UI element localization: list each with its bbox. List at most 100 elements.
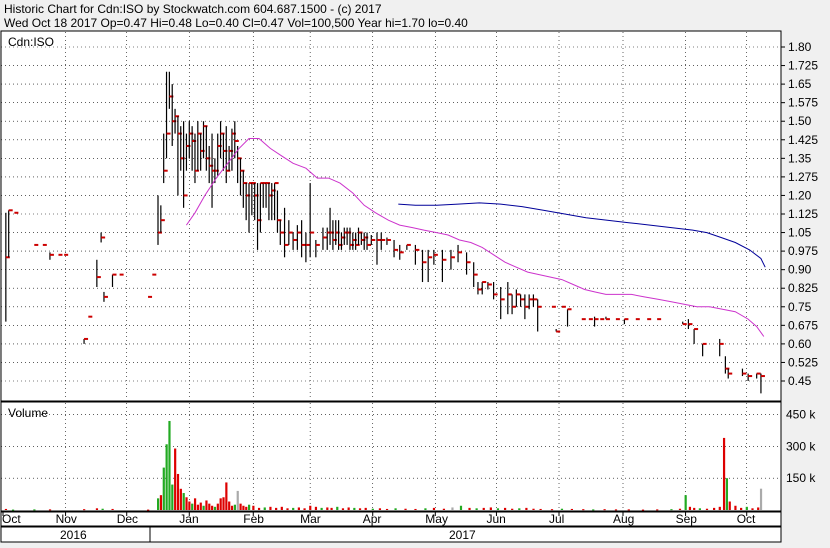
- volume-bar: [182, 493, 185, 510]
- volume-bar: [330, 507, 333, 510]
- volume-bar: [165, 444, 168, 510]
- volume-bar: [347, 507, 350, 510]
- month-label: Apr: [363, 512, 382, 526]
- volume-bar: [252, 505, 255, 510]
- volume-bar: [482, 507, 485, 510]
- volume-bar: [101, 508, 104, 510]
- volume-bar: [11, 509, 15, 511]
- volume-bar: [111, 508, 114, 510]
- price-tick-label: 0.60: [788, 337, 812, 351]
- volume-bar: [211, 505, 214, 510]
- volume-bar: [269, 506, 272, 510]
- volume-bar: [326, 507, 329, 510]
- price-tick-label: 1.125: [788, 207, 818, 221]
- volume-bar: [698, 508, 701, 510]
- price-tick-label: 1.35: [788, 151, 812, 165]
- volume-bar: [722, 437, 726, 510]
- price-tick-label: 0.90: [788, 263, 812, 277]
- volume-bar: [718, 506, 721, 510]
- month-label: May: [425, 512, 448, 526]
- month-label: Jul: [549, 512, 564, 526]
- volume-bar: [193, 498, 197, 510]
- volume-bar: [159, 495, 163, 510]
- volume-bar: [751, 508, 754, 510]
- volume-bar: [424, 508, 427, 510]
- volume-panel: [0, 401, 782, 512]
- volume-bar: [539, 508, 542, 510]
- volume-bar: [734, 505, 737, 510]
- volume-bar: [603, 509, 606, 511]
- price-tick-label: 1.50: [788, 114, 812, 128]
- volume-bar: [489, 507, 492, 510]
- price-tick-label: 1.65: [788, 77, 812, 91]
- volume-bar: [740, 507, 743, 510]
- price-tick-label: 1.575: [788, 96, 818, 110]
- volume-bar: [33, 509, 36, 511]
- volume-bar: [759, 488, 763, 510]
- volume-bar: [147, 509, 150, 511]
- volume-bar: [713, 507, 716, 510]
- volume-bar: [185, 497, 188, 510]
- volume-tick-label: 450 k: [786, 408, 816, 422]
- price-panel-title: Cdn:ISO: [8, 35, 54, 49]
- volume-bar: [162, 467, 165, 510]
- month-label: Feb: [243, 512, 264, 526]
- volume-bar: [757, 507, 760, 510]
- volume-bar: [385, 508, 389, 510]
- price-tick-label: 1.80: [788, 40, 812, 54]
- volume-bar: [83, 509, 86, 511]
- volume-bar: [48, 509, 52, 511]
- volume-bar: [693, 507, 696, 510]
- stock-chart: Historic Chart for Cdn:ISO by Stockwatch…: [0, 0, 830, 543]
- volume-bar: [309, 505, 312, 510]
- volume-bar: [532, 508, 535, 510]
- volume-bar: [745, 506, 748, 510]
- price-panel: [0, 30, 782, 402]
- volume-bar: [205, 500, 208, 510]
- volume-bar: [196, 504, 200, 510]
- volume-tick-label: 150 k: [786, 471, 816, 485]
- volume-bar: [168, 420, 171, 510]
- volume-tick-label: 300 k: [786, 439, 816, 453]
- year-axis-band: [0, 526, 782, 543]
- price-tick-label: 1.725: [788, 59, 818, 73]
- volume-bar: [4, 508, 8, 510]
- year-label-2017: 2017: [449, 528, 476, 542]
- volume-bar: [230, 505, 234, 510]
- volume-bar: [525, 507, 528, 510]
- volume-bar: [684, 495, 687, 510]
- volume-bar: [292, 507, 295, 510]
- volume-bar: [670, 509, 673, 511]
- volume-bar: [213, 506, 217, 510]
- volume-bar: [314, 506, 318, 510]
- volume-bar: [176, 473, 180, 510]
- volume-bar: [728, 501, 731, 510]
- volume-bar: [179, 488, 182, 510]
- price-tick-label: 1.275: [788, 170, 818, 184]
- price-tick-label: 1.05: [788, 226, 812, 240]
- volume-bar: [239, 503, 242, 510]
- volume-bar: [570, 508, 574, 510]
- volume-bar: [280, 506, 283, 510]
- volume-bar: [550, 509, 554, 511]
- volume-bar: [248, 504, 251, 510]
- volume-bar: [341, 508, 345, 510]
- volume-bar: [496, 508, 500, 510]
- volume-bar: [451, 507, 454, 510]
- volume-bar: [459, 505, 463, 510]
- volume-bar: [202, 505, 205, 510]
- volume-bar: [320, 507, 323, 510]
- volume-bar: [216, 503, 219, 510]
- month-label: Aug: [613, 512, 634, 526]
- volume-bar: [336, 506, 339, 510]
- volume-bar: [705, 508, 709, 510]
- volume-bar: [378, 508, 382, 510]
- volume-bar: [219, 498, 222, 510]
- month-label: Mar: [300, 512, 321, 526]
- volume-bar: [358, 508, 362, 510]
- volume-bar: [364, 507, 367, 510]
- volume-bar: [157, 498, 160, 510]
- volume-bar: [191, 503, 194, 510]
- volume-bar: [614, 509, 618, 511]
- volume-bar: [171, 484, 174, 510]
